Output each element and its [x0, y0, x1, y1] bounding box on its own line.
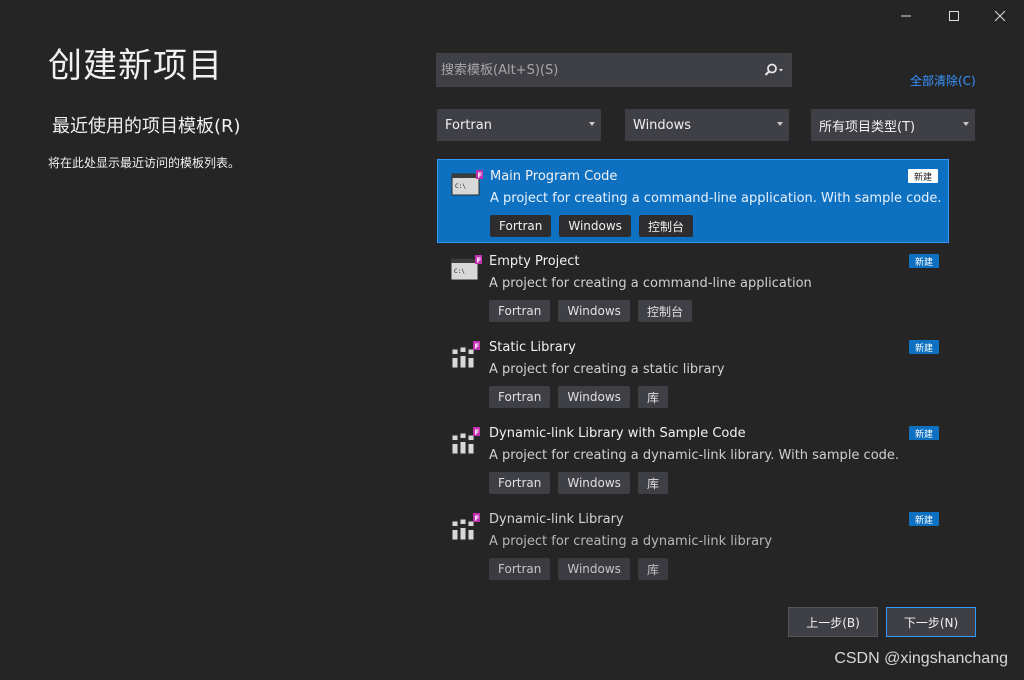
tag-language: Fortran	[490, 215, 552, 237]
template-description: A project for creating a command-line ap…	[490, 191, 942, 206]
tag-platform: Windows	[559, 215, 631, 237]
tag-language: Fortran	[489, 300, 551, 322]
next-button[interactable]: 下一步(N)	[886, 607, 976, 637]
tag-language: Fortran	[489, 472, 551, 494]
template-item-dll-with-sample-code[interactable]: F Dynamic-link Library with Sample Code …	[437, 417, 949, 501]
template-description: A project for creating a command-line ap…	[489, 276, 812, 291]
new-badge: 新建	[908, 254, 939, 268]
tag-platform: Windows	[558, 386, 630, 408]
chevron-down-icon	[777, 122, 783, 126]
svg-text:F: F	[475, 343, 480, 351]
library-icon: F	[451, 513, 480, 541]
console-app-icon: C:\ F	[451, 170, 483, 196]
page-title: 创建新项目	[48, 46, 223, 86]
tag-platform: Windows	[558, 300, 630, 322]
clear-all-link[interactable]: 全部清除(C)	[910, 72, 976, 89]
library-icon: F	[451, 341, 480, 369]
template-tags: Fortran Windows 库	[489, 558, 668, 580]
project-type-filter-value: 所有项目类型(T)	[819, 119, 916, 135]
tag-type: 控制台	[637, 300, 692, 322]
library-icon: F	[451, 427, 480, 455]
tag-type: 库	[637, 472, 668, 494]
close-button[interactable]	[976, 0, 1024, 32]
new-badge: 新建	[908, 512, 939, 526]
template-name: Dynamic-link Library with Sample Code	[489, 426, 746, 441]
recent-templates-empty-text: 将在此处显示最近访问的模板列表。	[48, 156, 241, 170]
svg-text:F: F	[477, 257, 482, 265]
chevron-down-icon	[589, 122, 595, 126]
project-type-filter-dropdown[interactable]: 所有项目类型(T)	[811, 109, 975, 141]
tag-language: Fortran	[489, 386, 551, 408]
new-badge: 新建	[908, 340, 939, 354]
template-search-box[interactable]	[436, 53, 792, 87]
search-button[interactable]	[757, 54, 791, 86]
close-icon	[994, 10, 1006, 22]
tag-language: Fortran	[489, 558, 551, 580]
svg-text:C:\: C:\	[454, 268, 465, 275]
tag-type: 库	[637, 386, 668, 408]
platform-filter-value: Windows	[633, 117, 692, 133]
minimize-icon	[901, 15, 911, 17]
template-item-static-library[interactable]: F Static Library A project for creating …	[437, 331, 949, 415]
platform-filter-dropdown[interactable]: Windows	[625, 109, 789, 141]
maximize-icon	[949, 11, 959, 21]
template-tags: Fortran Windows 库	[489, 472, 668, 494]
template-item-empty-project[interactable]: C:\ F Empty Project A project for creati…	[437, 245, 949, 329]
template-description: A project for creating a dynamic-link li…	[489, 534, 773, 549]
search-icon	[764, 63, 783, 76]
console-app-icon: C:\ F	[450, 255, 482, 281]
template-item-dynamic-link-library[interactable]: F Dynamic-link Library A project for cre…	[437, 503, 949, 583]
language-filter-value: Fortran	[445, 117, 492, 133]
svg-text:F: F	[478, 172, 483, 180]
template-tags: Fortran Windows 控制台	[490, 215, 693, 237]
template-search-input[interactable]	[437, 61, 757, 79]
svg-text:F: F	[475, 515, 480, 523]
template-name: Empty Project	[489, 254, 580, 269]
template-name: Dynamic-link Library	[489, 512, 624, 527]
new-badge: 新建	[907, 169, 938, 183]
template-tags: Fortran Windows 库	[489, 386, 668, 408]
minimize-button[interactable]	[882, 0, 930, 32]
language-filter-dropdown[interactable]: Fortran	[437, 109, 601, 141]
maximize-button[interactable]	[930, 0, 978, 32]
chevron-down-icon	[963, 122, 969, 126]
template-name: Static Library	[489, 340, 576, 355]
template-tags: Fortran Windows 控制台	[489, 300, 692, 322]
template-name: Main Program Code	[490, 169, 618, 184]
template-item-main-program-code[interactable]: C:\ F Main Program Code A project for cr…	[437, 159, 949, 243]
back-button[interactable]: 上一步(B)	[788, 607, 878, 637]
recent-templates-heading: 最近使用的项目模板(R)	[52, 116, 241, 137]
svg-text:C:\: C:\	[455, 183, 466, 190]
template-list[interactable]: C:\ F Main Program Code A project for cr…	[436, 158, 952, 583]
template-description: A project for creating a dynamic-link li…	[489, 448, 900, 463]
tag-platform: Windows	[558, 472, 630, 494]
tag-type: 控制台	[638, 215, 693, 237]
tag-type: 库	[637, 558, 668, 580]
watermark-text: CSDN @xingshanchang	[834, 650, 1008, 667]
tag-platform: Windows	[558, 558, 630, 580]
new-badge: 新建	[908, 426, 939, 440]
template-description: A project for creating a static library	[489, 362, 725, 377]
svg-text:F: F	[475, 429, 480, 437]
